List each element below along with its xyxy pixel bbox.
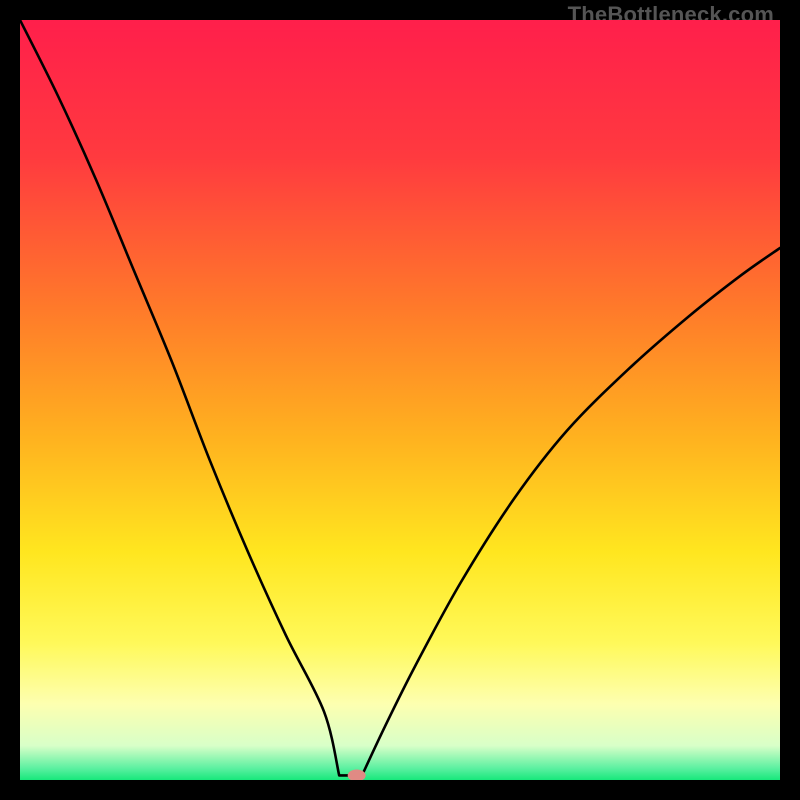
bottleneck-chart (20, 20, 780, 780)
chart-frame (20, 20, 780, 780)
gradient-background (20, 20, 780, 780)
